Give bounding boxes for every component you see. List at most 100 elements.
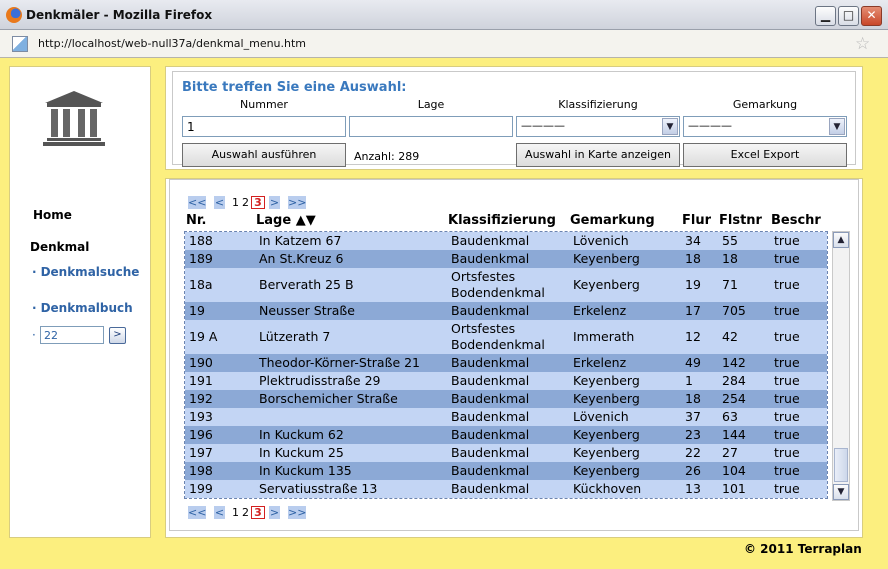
cell-flst: 144: [722, 427, 746, 442]
nav-denkmalbuch[interactable]: · Denkmalbuch: [32, 301, 133, 315]
cell-klass: Baudenkmal: [451, 409, 530, 424]
nav-denkmalsuche[interactable]: · Denkmalsuche: [32, 265, 139, 279]
table-row[interactable]: 197 In Kuckum 25 Baudenkmal Keyenberg 22 27 tr…: [185, 444, 827, 462]
cell-klass: Baudenkmal: [451, 445, 530, 460]
header-lage-sort[interactable]: Lage ▲▼: [256, 213, 316, 228]
cell-flur: 13: [685, 481, 701, 496]
table-row[interactable]: 191 Plektrudisstraße 29 Baudenkmal Keyenber…: [185, 372, 827, 390]
search-panel: Bitte treffen Sie eine Auswahl: Nummer L…: [165, 66, 863, 170]
gemarkung-select[interactable]: ———— ▼: [683, 116, 847, 137]
pager-current: 3: [251, 506, 265, 519]
address-url[interactable]: http://localhost/web-null37a/denkmal_men…: [38, 37, 306, 50]
cell-flur: 19: [685, 277, 701, 292]
cell-gem: Keyenberg: [573, 445, 640, 460]
scroll-down-icon[interactable]: ▼: [833, 484, 849, 500]
scroll-up-icon[interactable]: ▲: [833, 232, 849, 248]
nav-home[interactable]: Home: [33, 208, 72, 222]
cell-nr: 197: [189, 445, 213, 460]
pager-first[interactable]: <<: [188, 506, 206, 519]
page-jump-button[interactable]: >: [109, 327, 126, 344]
star-icon[interactable]: ☆: [855, 34, 870, 54]
minimize-button[interactable]: ▁: [815, 6, 836, 26]
cell-gem: Erkelenz: [573, 355, 627, 370]
cell-flst: 104: [722, 463, 746, 478]
close-button[interactable]: ✕: [861, 6, 882, 26]
bullet: ·: [32, 301, 37, 315]
cell-gem: Lövenich: [573, 409, 629, 424]
pager-page[interactable]: 2: [241, 506, 250, 519]
header-gemarkung: Gemarkung: [570, 213, 655, 228]
cell-nr: 192: [189, 391, 213, 406]
cell-flur: 18: [685, 391, 701, 406]
run-search-button[interactable]: Auswahl ausführen: [182, 143, 346, 167]
pager-page[interactable]: 2: [241, 196, 250, 209]
cell-gem: Keyenberg: [573, 463, 640, 478]
pager-prev[interactable]: <: [214, 196, 225, 209]
pager-page[interactable]: 1: [231, 506, 240, 519]
cell-flst: 71: [722, 277, 738, 292]
cell-flur: 22: [685, 445, 701, 460]
maximize-button[interactable]: □: [838, 6, 859, 26]
table-row[interactable]: 19 A Lützerath 7 Ortsfestes Bodendenkmal Imm…: [185, 320, 827, 354]
cell-lage: An St.Kreuz 6: [259, 251, 344, 266]
excel-export-button[interactable]: Excel Export: [683, 143, 847, 167]
table-scrollbar[interactable]: ▲ ▼: [832, 231, 850, 501]
cell-flur: 49: [685, 355, 701, 370]
pager-last[interactable]: >>: [288, 196, 306, 209]
nav-section-denkmal: Denkmal: [30, 240, 90, 254]
cell-beschr: true: [774, 329, 800, 344]
cell-flst: 42: [722, 329, 738, 344]
cell-nr: 19 A: [189, 329, 218, 344]
cell-beschr: true: [774, 303, 800, 318]
cell-klass: Baudenkmal: [451, 427, 530, 442]
pager-next[interactable]: >: [269, 196, 280, 209]
pager-page[interactable]: 1: [231, 196, 240, 209]
pager-last[interactable]: >>: [288, 506, 306, 519]
label-lage: Lage: [417, 98, 445, 111]
table-row[interactable]: 19 Neusser Straße Baudenkmal Erkelenz 17 705 t…: [185, 302, 827, 320]
cell-lage: Theodor-Körner-Straße 21: [259, 355, 421, 370]
chevron-down-icon[interactable]: ▼: [662, 118, 678, 135]
cell-lage: In Katzem 67: [259, 233, 342, 248]
table-row[interactable]: 188 In Katzem 67 Baudenkmal Lövenich 34 55 tru…: [185, 232, 827, 250]
header-flstnr: Flstnr: [719, 213, 762, 228]
pager-next[interactable]: >: [269, 506, 280, 519]
cell-flst: 27: [722, 445, 738, 460]
scroll-thumb[interactable]: [834, 448, 848, 482]
cell-nr: 19: [189, 303, 205, 318]
table-row[interactable]: 196 In Kuckum 62 Baudenkmal Keyenberg 23 144 t…: [185, 426, 827, 444]
cell-gem: Kückhoven: [573, 481, 642, 496]
cell-beschr: true: [774, 355, 800, 370]
cell-flst: 705: [722, 303, 746, 318]
table-row[interactable]: 18a Berverath 25 B Ortsfestes Bodendenkmal K…: [185, 268, 827, 302]
table-row[interactable]: 192 Borschemicher Straße Baudenkmal Keyenbe…: [185, 390, 827, 408]
pager-prev[interactable]: <: [214, 506, 225, 519]
klassifizierung-select[interactable]: ———— ▼: [516, 116, 680, 137]
pager-first[interactable]: <<: [188, 196, 206, 209]
footer-copyright: © 2011 Terraplan: [744, 542, 862, 556]
label-gemarkung: Gemarkung: [732, 98, 798, 111]
nummer-input[interactable]: [182, 116, 346, 137]
table-row[interactable]: 189 An St.Kreuz 6 Baudenkmal Keyenberg 18 18 t…: [185, 250, 827, 268]
page-jump-input[interactable]: [40, 326, 104, 344]
cell-lage: Berverath 25 B: [259, 277, 354, 292]
table-header: Nr. Lage ▲▼ Klassifizierung Gemarkung Fl…: [186, 213, 826, 231]
table-row[interactable]: 193 Baudenkmal Lövenich 37 63 true: [185, 408, 827, 426]
table-row[interactable]: 190 Theodor-Körner-Straße 21 Baudenkmal Erk…: [185, 354, 827, 372]
cell-flur: 26: [685, 463, 701, 478]
lage-input[interactable]: [349, 116, 513, 137]
cell-lage: In Kuckum 135: [259, 463, 352, 478]
cell-beschr: true: [774, 391, 800, 406]
show-on-map-button[interactable]: Auswahl in Karte anzeigen: [516, 143, 680, 167]
cell-lage: In Kuckum 25: [259, 445, 344, 460]
cell-klass: Baudenkmal: [451, 463, 530, 478]
table-row[interactable]: 198 In Kuckum 135 Baudenkmal Keyenberg 26 104…: [185, 462, 827, 480]
table-row[interactable]: 199 Servatiusstraße 13 Baudenkmal Kückhoven…: [185, 480, 827, 498]
cell-flst: 142: [722, 355, 746, 370]
address-bar: http://localhost/web-null37a/denkmal_men…: [0, 30, 888, 58]
cell-nr: 193: [189, 409, 213, 424]
cell-nr: 191: [189, 373, 213, 388]
page-content: Home Denkmal · Denkmalsuche · Denkmalbuch …: [0, 58, 888, 569]
chevron-down-icon[interactable]: ▼: [829, 118, 845, 135]
cell-klass-line2: Bodendenkmal: [451, 337, 545, 352]
